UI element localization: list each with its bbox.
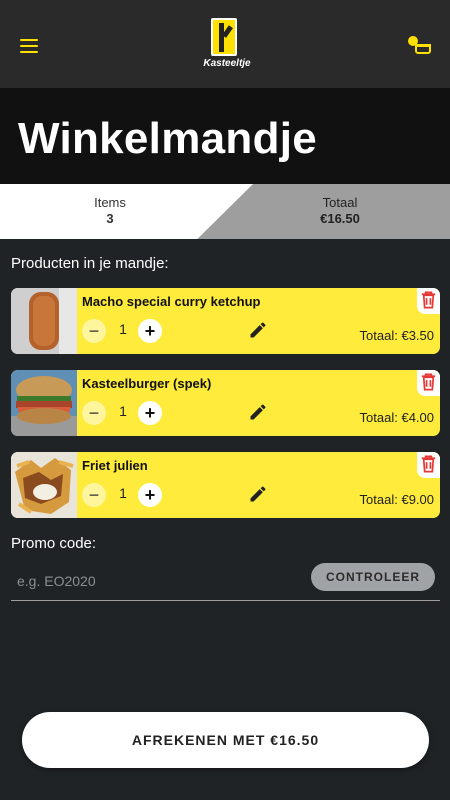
increase-quantity-button[interactable]: + <box>138 401 162 425</box>
product-photo <box>11 452 77 518</box>
quantity-value: 1 <box>119 485 127 501</box>
product-name: Macho special curry ketchup <box>82 294 261 309</box>
decrease-quantity-button[interactable]: − <box>82 319 106 343</box>
logo-text: Kasteeltje <box>203 58 251 69</box>
summary-items: Items 3 <box>60 195 160 226</box>
cart-item: Friet julien − 1 + Totaal: €9.00 <box>11 452 440 518</box>
products-heading: Producten in je mandje: <box>11 255 169 272</box>
checkout-button[interactable]: AFREKENEN MET €16.50 <box>22 712 429 768</box>
app-logo[interactable]: Kasteeltje <box>203 18 251 74</box>
trash-icon[interactable] <box>417 370 440 396</box>
product-photo <box>11 288 77 354</box>
quantity-value: 1 <box>119 321 127 337</box>
total-label: Totaal <box>322 195 358 210</box>
increase-quantity-button[interactable]: + <box>138 483 162 507</box>
decrease-quantity-button[interactable]: − <box>82 483 106 507</box>
line-total: Totaal: €4.00 <box>359 410 434 425</box>
product-name: Kasteelburger (spek) <box>82 376 212 391</box>
total-amount: €16.50 <box>320 211 360 226</box>
decrease-quantity-button[interactable]: − <box>82 401 106 425</box>
items-label: Items <box>94 195 126 210</box>
check-promo-button[interactable]: CONTROLEER <box>311 563 435 591</box>
product-name: Friet julien <box>82 458 148 473</box>
increase-quantity-button[interactable]: + <box>138 319 162 343</box>
cart-item: Macho special curry ketchup − 1 + Totaal… <box>11 288 440 354</box>
summary-total: Totaal €16.50 <box>290 195 390 226</box>
menu-icon[interactable] <box>20 39 38 53</box>
logo-mark <box>211 18 237 56</box>
line-total: Totaal: €3.50 <box>359 328 434 343</box>
pencil-icon[interactable] <box>248 484 268 504</box>
promo-code-label: Promo code: <box>11 535 97 552</box>
product-photo <box>11 370 77 436</box>
page-header: Winkelmandje <box>0 88 450 184</box>
cart-icon[interactable] <box>406 36 432 58</box>
line-total: Totaal: €9.00 <box>359 492 434 507</box>
items-count: 3 <box>106 211 114 226</box>
quantity-value: 1 <box>119 403 127 419</box>
page-title: Winkelmandje <box>18 114 318 163</box>
pencil-icon[interactable] <box>248 320 268 340</box>
trash-icon[interactable] <box>417 452 440 478</box>
cart-summary: Items 3 Totaal €16.50 <box>0 184 450 239</box>
top-bar: Kasteeltje <box>0 0 450 88</box>
pencil-icon[interactable] <box>248 402 268 422</box>
trash-icon[interactable] <box>417 288 440 314</box>
cart-item: Kasteelburger (spek) − 1 + Totaal: €4.00 <box>11 370 440 436</box>
